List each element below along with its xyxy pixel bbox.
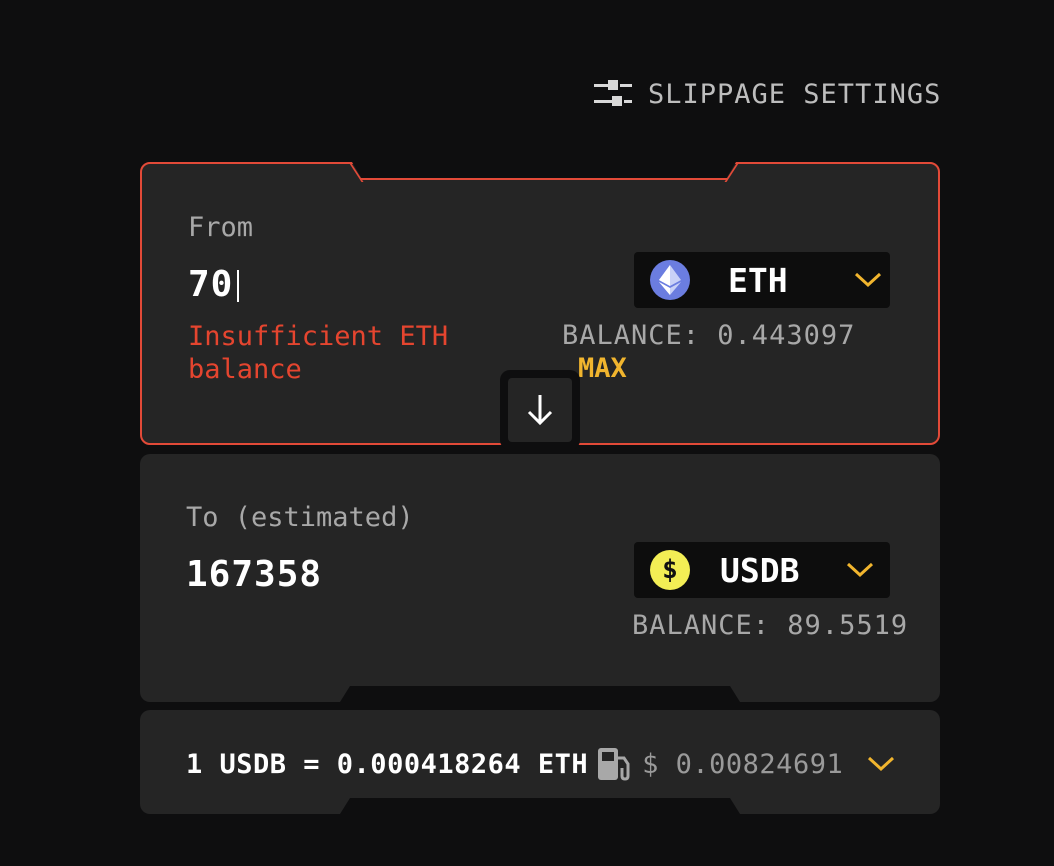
to-balance: BALANCE: 89.5519 bbox=[632, 610, 909, 641]
from-token-select[interactable]: ETH bbox=[634, 252, 890, 308]
swap-direction-button[interactable] bbox=[500, 370, 580, 450]
rate-panel: 1 USDB = 0.000418264 ETH $ 0.00824691 bbox=[140, 710, 940, 814]
usdb-logo-icon: $ bbox=[650, 550, 690, 590]
from-label: From bbox=[188, 212, 254, 243]
to-amount-output: 167358 bbox=[186, 554, 323, 595]
slippage-settings-button[interactable]: SLIPPAGE SETTINGS bbox=[592, 78, 941, 110]
text-caret bbox=[237, 270, 239, 302]
max-button[interactable]: MAX bbox=[578, 353, 627, 384]
to-panel: To (estimated) 167358 $ USDB BALANCE: 89… bbox=[140, 454, 940, 702]
eth-logo-icon bbox=[650, 260, 690, 300]
slippage-settings-label: SLIPPAGE SETTINGS bbox=[648, 78, 942, 110]
exchange-rate: 1 USDB = 0.000418264 ETH bbox=[186, 748, 589, 780]
gas-pump-icon bbox=[598, 748, 630, 781]
insufficient-balance-error: Insufficient ETH balance bbox=[188, 321, 449, 385]
chevron-down-icon bbox=[854, 272, 882, 288]
to-token-select[interactable]: $ USDB bbox=[634, 542, 890, 598]
gas-fee: $ 0.00824691 bbox=[642, 748, 844, 780]
panel-notch bbox=[340, 686, 740, 702]
panel-notch bbox=[340, 798, 740, 814]
to-label: To (estimated) bbox=[186, 502, 414, 533]
to-token-name: USDB bbox=[720, 550, 800, 590]
arrow-down-icon bbox=[527, 395, 553, 426]
from-balance: BALANCE: 0.443097 bbox=[562, 320, 856, 351]
panel-notch bbox=[352, 162, 736, 179]
chevron-down-icon bbox=[846, 562, 874, 578]
sliders-icon bbox=[594, 80, 632, 106]
from-token-name: ETH bbox=[728, 260, 788, 300]
from-amount-input[interactable]: 70 bbox=[188, 264, 488, 305]
chevron-down-icon[interactable] bbox=[867, 755, 895, 773]
panel-notch-border bbox=[360, 178, 728, 180]
